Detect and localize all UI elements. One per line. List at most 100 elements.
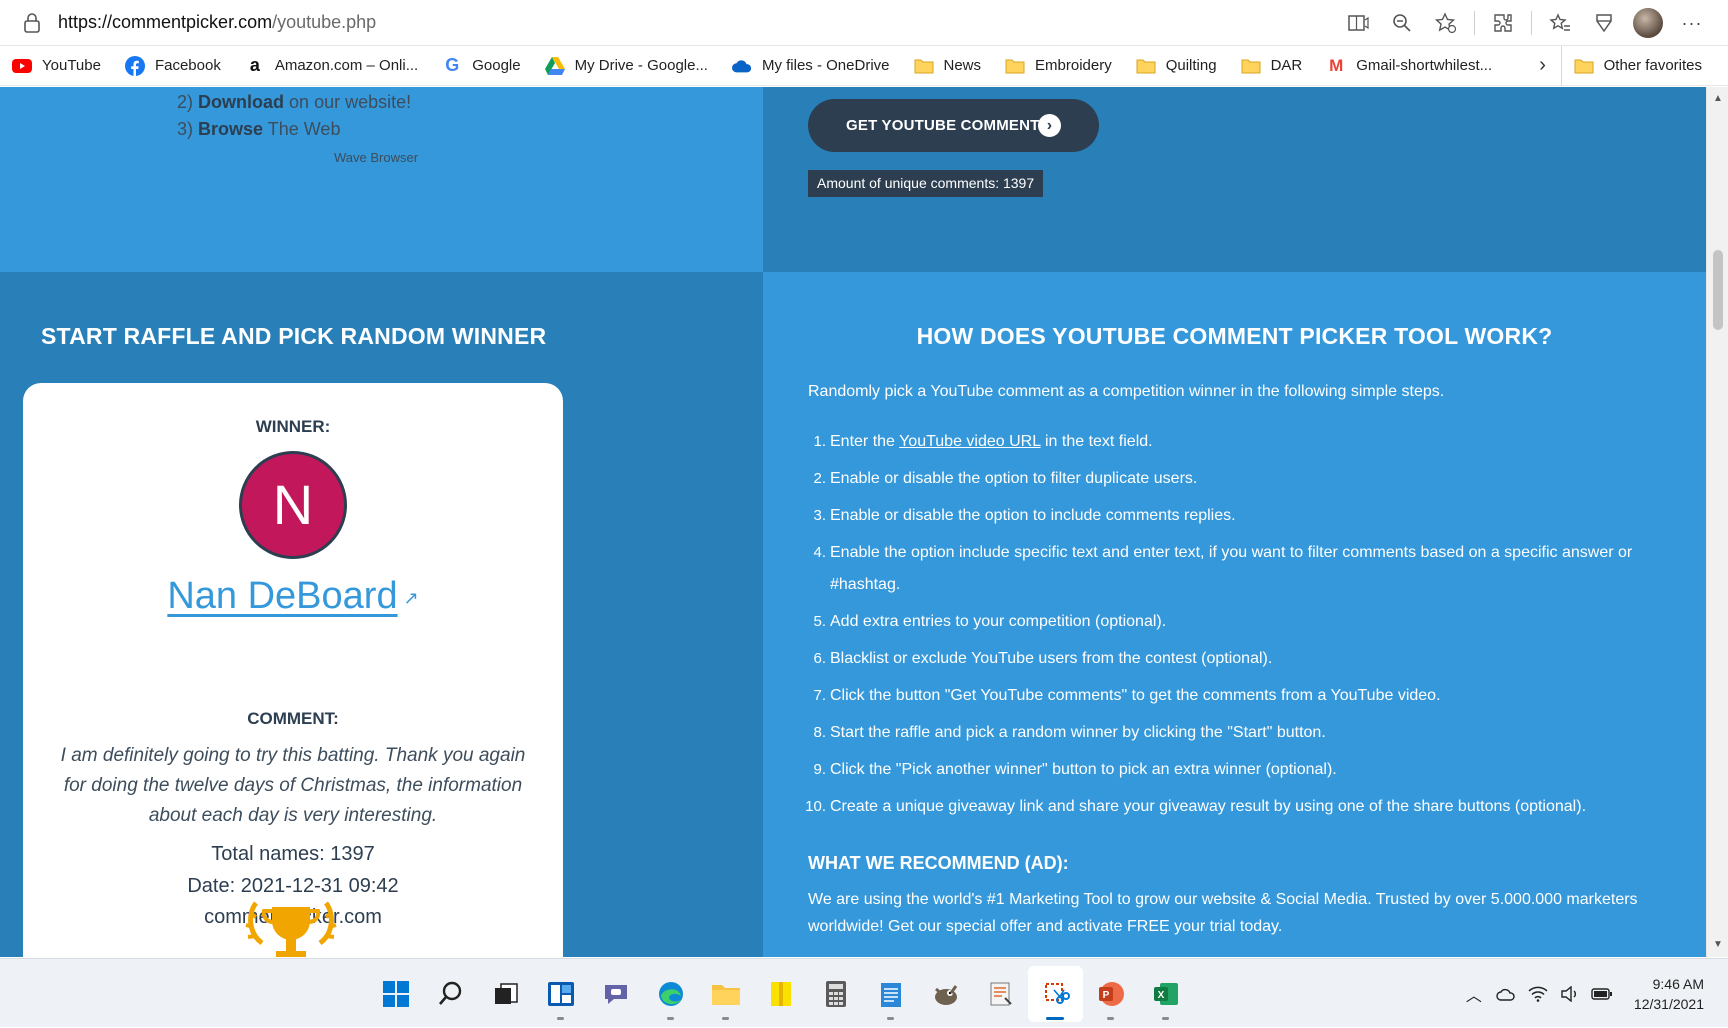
url-field[interactable]: https://commentpicker.com/youtube.php — [58, 12, 376, 33]
start-button[interactable] — [368, 966, 423, 1022]
favorite-label: Amazon.com – Onli... — [274, 57, 419, 74]
notepad-icon — [880, 982, 901, 1007]
teams-chat-button[interactable] — [588, 966, 643, 1022]
google-drive-icon — [544, 56, 565, 76]
favorite-folder-dar[interactable]: DAR — [1229, 46, 1315, 86]
folder-icon — [1241, 56, 1261, 76]
favorite-google-drive[interactable]: My Drive - Google... — [533, 46, 720, 86]
list-item: 10. Create a unique giveaway link and sha… — [805, 798, 1587, 815]
favorite-label: DAR — [1270, 57, 1303, 74]
wave-browser-link[interactable]: Wave Browser — [334, 150, 418, 165]
how-intro: Randomly pick a YouTube comment as a com… — [808, 383, 1445, 400]
search-icon — [438, 981, 461, 1005]
favorites-icon[interactable] — [1538, 0, 1582, 46]
favorite-google[interactable]: G Google — [430, 46, 532, 86]
edge-icon — [658, 981, 683, 1006]
notepad-button[interactable] — [863, 966, 918, 1022]
task-view-button[interactable] — [478, 966, 533, 1022]
how-it-works-title: HOW DOES YOUTUBE COMMENT PICKER TOOL WOR… — [916, 323, 1553, 349]
favorite-folder-embroidery[interactable]: Embroidery — [993, 46, 1124, 86]
immersive-reader-icon[interactable] — [1336, 0, 1380, 46]
calculator-button[interactable] — [808, 966, 863, 1022]
profile-avatar[interactable] — [1626, 0, 1670, 46]
youtube-icon — [12, 56, 32, 76]
extensions-icon[interactable] — [1481, 0, 1525, 46]
list-item: 9. Click the "Pick another winner" button… — [813, 761, 1337, 778]
winner-label: WINNER: — [255, 417, 331, 436]
chat-icon — [604, 984, 627, 1004]
favorite-gmail[interactable]: M Gmail-shortwhilest... — [1314, 46, 1504, 86]
favorite-label: Other favorites — [1603, 57, 1702, 74]
clock-date: 12/31/2021 — [1633, 995, 1704, 1012]
recommend-text: We are using the world's #1 Marketing To… — [808, 891, 1638, 935]
page-viewport: 2) Download on our website! 3) Browse Th… — [0, 87, 1706, 957]
folder-icon — [1005, 56, 1025, 76]
recommend-title: WHAT WE RECOMMEND (AD): — [808, 853, 1069, 873]
chevron-up-icon[interactable]: ︿ — [1458, 982, 1490, 1006]
favorite-label: My files - OneDrive — [761, 57, 890, 74]
browser-essentials-icon[interactable] — [1582, 0, 1626, 46]
edge-button[interactable] — [643, 966, 698, 1022]
favorites-bar: YouTube Facebook a Amazon.com – Onli... G… — [0, 45, 1728, 86]
svg-text:X: X — [1157, 990, 1164, 1001]
favorite-label: News — [943, 57, 982, 74]
list-item: 8. Start the raffle and pick a random win… — [813, 724, 1326, 741]
page-scrollbar[interactable]: ▲ ▼ — [1706, 87, 1728, 957]
favorite-label: Google — [472, 57, 521, 74]
favorite-label: Embroidery — [1035, 57, 1112, 74]
favorite-facebook[interactable]: Facebook — [113, 46, 233, 86]
trophy-icon — [245, 901, 337, 957]
lock-icon[interactable] — [22, 12, 42, 34]
excel-button[interactable]: X — [1138, 966, 1193, 1022]
more-options-icon[interactable]: ··· — [1670, 0, 1714, 46]
list-item: 6. Blacklist or exclude YouTube users fro… — [813, 650, 1273, 667]
favorite-folder-quilting[interactable]: Quilting — [1124, 46, 1229, 86]
widgets-button[interactable] — [533, 966, 588, 1022]
favorite-other-favorites[interactable]: Other favorites — [1560, 45, 1714, 86]
onedrive-cloud-icon[interactable] — [1490, 987, 1522, 1001]
button-label: GET YOUTUBE COMMENTS — [846, 117, 1050, 134]
snipping-tool-button[interactable] — [1028, 965, 1083, 1022]
list-item: 3. Enable or disable the option to includ… — [813, 507, 1236, 524]
favorite-youtube[interactable]: YouTube — [0, 46, 113, 86]
scroll-thumb[interactable] — [1713, 250, 1723, 330]
scroll-up-icon[interactable]: ▲ — [1712, 93, 1724, 105]
battery-icon[interactable] — [1586, 987, 1618, 1001]
total-names: Total names: 1397 — [211, 843, 375, 865]
taskbar: P X ︿ 9:46 AM 12/31/2021 — [0, 958, 1728, 1027]
add-favorite-icon[interactable] — [1424, 0, 1468, 46]
document-icon — [990, 982, 1012, 1005]
widgets-icon — [547, 981, 574, 1006]
favorite-amazon[interactable]: a Amazon.com – Onli... — [233, 46, 430, 86]
folder-icon — [914, 56, 934, 76]
external-link-icon[interactable]: ↗ — [404, 588, 419, 608]
chevron-right-icon[interactable]: › — [1525, 54, 1561, 77]
sticky-notes-button[interactable] — [753, 966, 808, 1022]
list-item: 2. Enable or disable the option to filter… — [813, 470, 1198, 487]
powerpoint-button[interactable]: P — [1083, 966, 1138, 1022]
document-app-button[interactable] — [973, 966, 1028, 1022]
system-clock[interactable]: 9:46 AM 12/31/2021 — [1634, 974, 1704, 1014]
gimp-button[interactable] — [918, 966, 973, 1022]
zoom-out-icon[interactable] — [1380, 0, 1424, 46]
arrow-right-icon: › — [1038, 114, 1061, 137]
scroll-down-icon[interactable]: ▼ — [1712, 939, 1724, 951]
divider — [1531, 11, 1532, 35]
winner-name-link[interactable]: Nan DeBoard ↗ — [23, 575, 563, 618]
divider — [1474, 11, 1475, 35]
favorite-label: Gmail-shortwhilest... — [1356, 57, 1493, 74]
gimp-icon — [934, 984, 957, 1005]
youtube-video-url-link[interactable]: YouTube video URL — [899, 433, 1040, 450]
task-view-icon — [494, 982, 518, 1004]
wifi-icon[interactable] — [1522, 986, 1554, 1002]
winner-comment: I am definitely going to try this battin… — [60, 745, 526, 826]
how-steps-list: 1. Enter the YouTube video URL in the tex… — [805, 426, 1638, 828]
file-explorer-button[interactable] — [698, 966, 753, 1022]
excel-icon: X — [1153, 982, 1178, 1005]
favorite-folder-news[interactable]: News — [902, 46, 994, 86]
favorite-label: YouTube — [42, 57, 101, 74]
volume-icon[interactable] — [1554, 985, 1586, 1002]
favorite-onedrive[interactable]: My files - OneDrive — [720, 46, 902, 86]
get-youtube-comments-button[interactable]: GET YOUTUBE COMMENTS › — [808, 99, 1099, 152]
search-button[interactable] — [423, 966, 478, 1022]
